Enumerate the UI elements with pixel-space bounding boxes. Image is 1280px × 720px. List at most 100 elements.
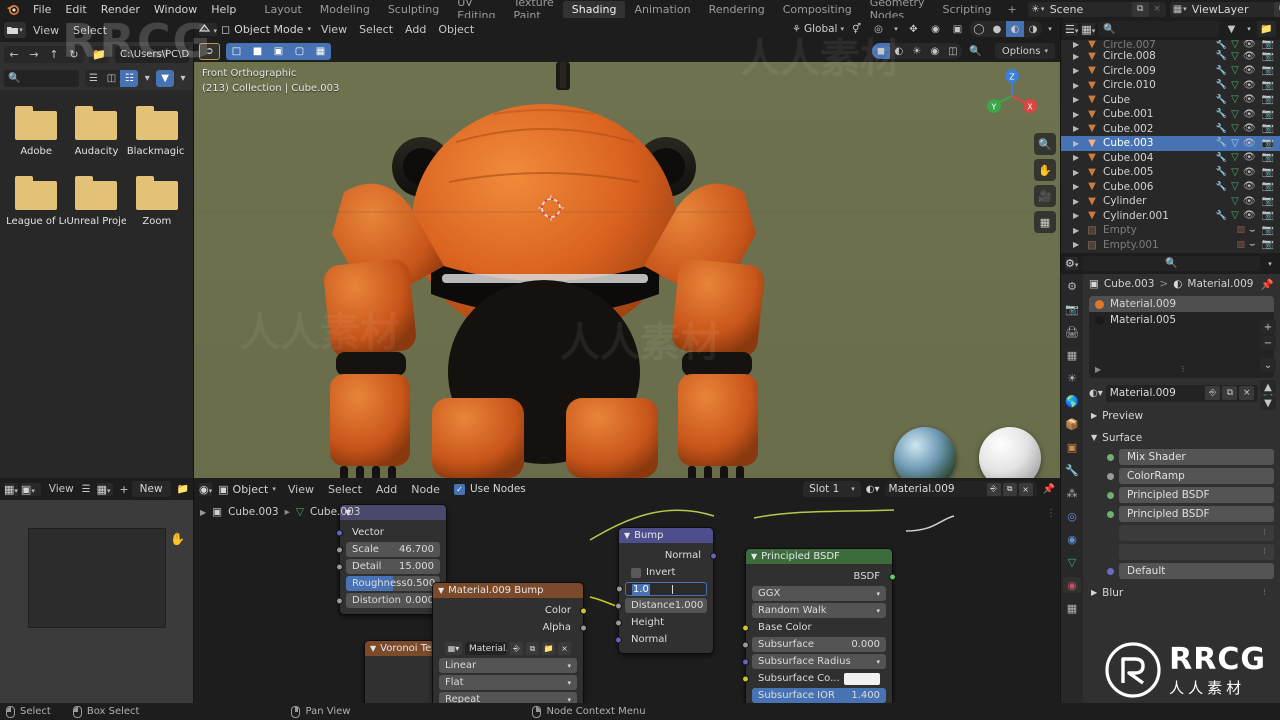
socket-icon[interactable] (742, 624, 749, 631)
viewport-menu-add[interactable]: Add (399, 23, 432, 36)
disable-in-render-icon[interactable]: 📷 (1262, 123, 1274, 134)
node-row-color-output[interactable]: Color (439, 603, 587, 618)
shader-type-selector[interactable]: ▣ Object ▾ (214, 481, 280, 497)
thumbnail-grid-icon[interactable]: ☷ (120, 69, 139, 87)
shader-menu-select[interactable]: Select (322, 483, 368, 496)
wireframe-icon[interactable]: ◯ (970, 21, 988, 37)
chevron-down-icon[interactable]: ▼ (751, 552, 757, 561)
socket-icon[interactable] (580, 624, 587, 631)
hide-in-viewport-icon[interactable]: 👁 (1243, 40, 1256, 49)
material-browse-icon[interactable]: ◐▾ (1089, 388, 1103, 399)
move-slot-down-button[interactable]: ▼ (1260, 396, 1276, 410)
panel-blur[interactable]: ▶ Blur ⁝ (1087, 584, 1276, 601)
disable-in-render-icon[interactable]: 📷 (1262, 167, 1274, 178)
expand-arrow-icon[interactable]: ▶ (1073, 95, 1079, 104)
resize-grip-icon[interactable]: ⁝ (1263, 588, 1266, 598)
camera-shading-icon[interactable]: ◫ (943, 43, 962, 59)
properties-tab-output[interactable]: 🖨 (1063, 324, 1081, 340)
node-row-detail[interactable]: Detail 15.000 (336, 559, 440, 574)
resize-grip-icon[interactable]: ⁝ (1182, 365, 1185, 375)
node-row-base-color[interactable]: Base Color (742, 620, 886, 635)
file-search-input[interactable]: 🔍 (4, 69, 79, 87)
surface-row[interactable]: Principled BSDF (1107, 487, 1274, 503)
chevron-down-icon[interactable]: ▼ (624, 531, 630, 540)
socket-icon[interactable] (580, 607, 587, 614)
outliner-tree[interactable]: ▶ ▼ Circle.007 🔧 ▽ 👁 📷 ▶ ▼ Circle.008 🔧 ▽ 👁… (1061, 40, 1280, 253)
outliner-item[interactable]: ▶ ▼ Circle.010 🔧 ▽ 👁 📷 (1061, 78, 1280, 93)
expand-arrow-icon[interactable]: ▶ (1073, 81, 1079, 90)
filter-icon[interactable]: ▼ (156, 69, 175, 87)
node-row-vector[interactable]: Vector (336, 525, 440, 540)
use-nodes-toggle[interactable]: ✓ Use Nodes (453, 483, 526, 495)
move-slot-up-button[interactable]: ▲ (1260, 380, 1276, 394)
menu-render[interactable]: Render (94, 1, 147, 18)
render-shading-icon[interactable]: ☀ (907, 43, 926, 59)
node-row-strength-editing[interactable]: 1.0 (616, 582, 707, 596)
surface-row[interactable]: Principled BSDF (1107, 506, 1274, 522)
surface-row[interactable]: ⁝ (1119, 544, 1274, 560)
file-path-field[interactable]: C:\Users\PC\Docu... (115, 45, 189, 63)
copy-icon[interactable]: ⧉ (1002, 482, 1017, 496)
navigation-gizmo[interactable]: Z Y X (982, 66, 1042, 126)
new-viewlayer-button[interactable]: ⧉ (1273, 1, 1280, 17)
close-icon[interactable]: × (1239, 386, 1255, 400)
socket-icon[interactable] (742, 641, 749, 648)
panel-surface[interactable]: ▼ Surface (1087, 429, 1276, 446)
intersect-select-icon[interactable]: ▦ (310, 42, 331, 60)
workspace-compositing[interactable]: Compositing (774, 1, 861, 18)
properties-tab-collection[interactable]: 📦 (1063, 416, 1081, 432)
filebrowser-menu-view[interactable]: View (26, 24, 66, 37)
socket-icon[interactable] (742, 675, 749, 682)
hand-icon[interactable]: ✋ (170, 532, 185, 546)
workspace-scripting[interactable]: Scripting (934, 1, 1001, 18)
hide-in-viewport-icon[interactable]: 👁 (1243, 109, 1256, 120)
outliner-item[interactable]: ▶ ▧ Empty.001 ▧ ⌣ 📷 (1061, 238, 1280, 253)
hide-in-viewport-icon[interactable]: 👁 (1243, 51, 1256, 62)
properties-tab-render[interactable]: 📷 (1063, 301, 1081, 317)
properties-icon[interactable]: ⚙▾ (1065, 257, 1079, 270)
workspace-animation[interactable]: Animation (625, 1, 699, 18)
outliner-item[interactable]: ▶ ▼ Circle.008 🔧 ▽ 👁 📷 (1061, 49, 1280, 64)
scene-name[interactable]: Scene (1048, 3, 1132, 16)
chevron-down-icon[interactable]: ▾ (1264, 256, 1276, 272)
expand-arrow-icon[interactable]: ▶ (1073, 40, 1079, 49)
copy-icon[interactable]: ⧉ (526, 642, 539, 655)
shield-icon[interactable]: ⎆ (510, 642, 523, 655)
workspace-layout[interactable]: Layout (255, 1, 310, 18)
image-menu-icon[interactable]: ☰ (82, 484, 91, 495)
hand-icon[interactable]: ✋ (1034, 159, 1056, 181)
add-image-icon[interactable]: + (119, 483, 128, 496)
horizontal-list-icon[interactable]: ◫ (102, 69, 121, 87)
socket-icon[interactable] (336, 597, 343, 604)
workspace-modeling[interactable]: Modeling (311, 1, 379, 18)
close-icon[interactable]: × (1018, 482, 1033, 496)
copy-icon[interactable]: ⧉ (1222, 386, 1238, 400)
properties-search-input[interactable]: 🔍 (1082, 256, 1260, 271)
viewport-menu-object[interactable]: Object (432, 23, 480, 36)
disable-in-render-icon[interactable]: 📷 (1262, 80, 1274, 91)
properties-tab-constraints[interactable]: ◉ (1063, 531, 1081, 547)
expand-arrow-icon[interactable]: ▶ (1073, 226, 1079, 235)
material-specials-menu-button[interactable]: ⌄ (1260, 358, 1276, 372)
disable-in-render-icon[interactable]: 📷 (1262, 94, 1274, 105)
outliner-item[interactable]: ▶ ▼ Circle.007 🔧 ▽ 👁 📷 (1061, 40, 1280, 49)
proportional-edit-icon[interactable]: ◎ (869, 21, 888, 37)
hide-in-viewport-icon[interactable]: 👁 (1243, 167, 1256, 178)
vertical-list-icon[interactable]: ☰ (84, 69, 103, 87)
node-row-subsurface-method[interactable]: Random Walk ▾ (752, 603, 886, 618)
file-item[interactable]: Blackmagic ... (127, 100, 187, 170)
hide-in-viewport-icon[interactable]: 👁 (1243, 94, 1256, 105)
node-row-distance[interactable]: Distance 1.000 (615, 598, 707, 613)
disable-in-render-icon[interactable]: 📷 (1262, 181, 1274, 192)
workspace-shading[interactable]: Shading (562, 0, 626, 18)
node-row-subsurface-radius[interactable]: Subsurface Radius ▾ (742, 654, 886, 669)
nav-back-button[interactable]: ← (4, 45, 24, 63)
hide-in-viewport-icon[interactable]: 👁 (1243, 210, 1256, 221)
file-item[interactable]: Audacity (66, 100, 126, 170)
material-slot[interactable]: Material.005 (1089, 312, 1274, 328)
outliner-item[interactable]: ▶ ▼ Cube.004 🔧 ▽ 👁 📷 (1061, 151, 1280, 166)
color-swatch[interactable] (843, 672, 880, 685)
disable-in-render-icon[interactable]: 📷 (1262, 138, 1274, 149)
socket-icon[interactable] (336, 529, 343, 536)
chevron-down-icon[interactable]: ▾ (891, 21, 901, 37)
